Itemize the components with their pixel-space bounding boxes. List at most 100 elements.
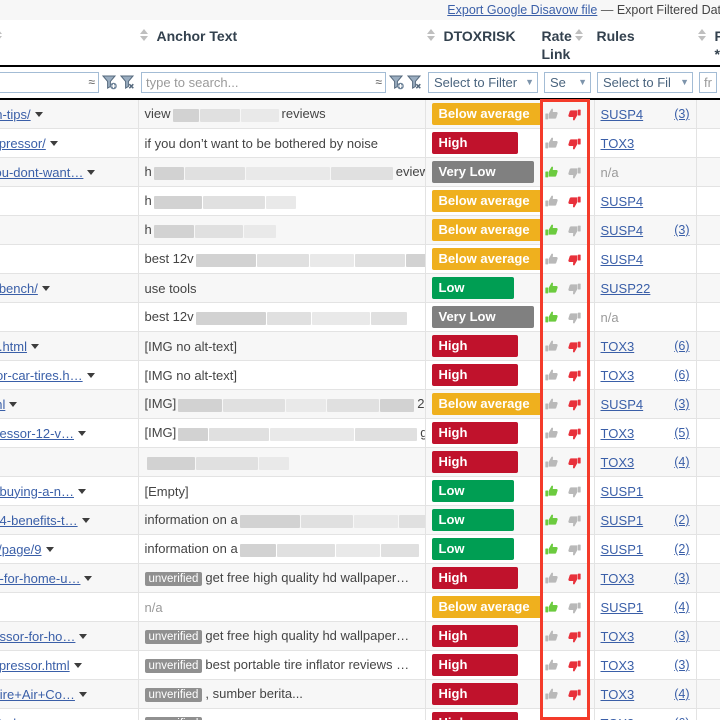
cell-rate-link[interactable] — [541, 447, 595, 477]
chevron-down-icon[interactable] — [77, 431, 86, 437]
rate-thumbs-down-button[interactable] — [565, 396, 582, 413]
cell-rules[interactable]: SUSP1 (4) — [594, 592, 697, 622]
rate-thumbs-up-button[interactable] — [544, 164, 561, 181]
cell-url[interactable]: v-bench/ — [0, 273, 139, 303]
rule-link[interactable]: TOX3 — [601, 339, 635, 354]
chevron-down-icon[interactable] — [41, 286, 50, 292]
cell-rules[interactable]: SUSP1 (2) — [594, 505, 697, 535]
cell-rules[interactable]: SUSP4 (3) — [594, 99, 697, 129]
chevron-down-icon[interactable] — [49, 141, 58, 147]
cell-rules[interactable]: TOX3 (6) — [594, 360, 697, 390]
sort-arrows-icon[interactable] — [139, 29, 150, 41]
rate-thumbs-down-button[interactable] — [565, 657, 582, 674]
chevron-down-icon[interactable] — [9, 402, 18, 408]
column-header-url[interactable] — [0, 20, 139, 67]
sort-arrows-icon[interactable] — [574, 29, 585, 41]
table-row[interactable]: mpressor/if you don’t want to be bothere… — [0, 128, 720, 158]
row-url-link[interactable]: -for-car-tires.h… — [0, 368, 83, 383]
column-header-rules[interactable]: Rules — [594, 20, 697, 67]
url-filter-input[interactable]: ≈ — [0, 71, 99, 93]
chevron-down-icon[interactable] — [81, 518, 90, 524]
rule-link[interactable]: TOX3 — [601, 629, 635, 644]
cell-url[interactable]: .html — [0, 708, 139, 720]
table-row[interactable]: ressor-for-ho… unverifiedget free high qu… — [0, 621, 720, 651]
rule-link[interactable]: SUSP4 — [601, 107, 644, 122]
cell-rate-link[interactable] — [541, 708, 595, 720]
row-url-link[interactable]: o-buying-a-n… — [0, 484, 74, 499]
cell-url[interactable]: mpressor.html — [0, 650, 139, 680]
cell-url[interactable]: -for-car-tires.h… — [0, 360, 139, 390]
cell-rules[interactable]: n/a — [594, 302, 697, 332]
rule-link[interactable]: SUSP4 — [601, 223, 644, 238]
cell-rules[interactable]: n/a — [594, 157, 697, 187]
cell-url[interactable]: you-dont-want… — [0, 157, 139, 187]
rule-count-link[interactable]: (4) — [674, 687, 689, 701]
row-url-link[interactable]: mpressor.html — [0, 658, 70, 673]
cell-url[interactable]: le/page/9 — [0, 534, 139, 564]
chevron-down-icon[interactable] — [78, 692, 87, 698]
cell-rate-link[interactable] — [541, 679, 595, 709]
fuzzy-match-icon[interactable]: ≈ — [88, 75, 95, 89]
cell-rate-link[interactable] — [541, 331, 595, 361]
cell-url[interactable] — [0, 447, 139, 477]
rate-thumbs-up-button[interactable] — [544, 686, 561, 703]
cell-url[interactable]: mpressor/ — [0, 128, 139, 158]
rule-link[interactable]: TOX3 — [601, 368, 635, 383]
fuzzy-match-icon[interactable]: ≈ — [375, 75, 382, 89]
rule-count-link[interactable]: (3) — [674, 397, 689, 411]
rate-thumbs-up-button[interactable] — [544, 483, 561, 500]
cell-rate-link[interactable] — [541, 186, 595, 216]
rate-thumbs-up-button[interactable] — [544, 715, 561, 720]
rate-thumbs-down-button[interactable] — [565, 309, 582, 326]
rate-thumbs-down-button[interactable] — [565, 280, 582, 297]
row-url-link[interactable]: you-dont-want… — [0, 165, 83, 180]
rate-thumbs-down-button[interactable] — [565, 541, 582, 558]
rate-thumbs-down-button[interactable] — [565, 338, 582, 355]
rate-thumbs-up-button[interactable] — [544, 251, 561, 268]
cell-rules[interactable]: TOX3 (5) — [594, 418, 697, 448]
row-url-link[interactable]: tml — [0, 397, 5, 412]
rate-thumbs-down-button[interactable] — [565, 512, 582, 529]
cell-rate-link[interactable] — [541, 244, 595, 274]
cell-url[interactable]: pressor-12-v… — [0, 418, 139, 448]
cell-url[interactable]: -Tire+Air+Co… — [0, 679, 139, 709]
column-header-anchor-text[interactable]: Anchor Text — [138, 20, 426, 67]
rule-link[interactable]: SUSP1 — [601, 600, 644, 615]
rate-thumbs-up-button[interactable] — [544, 106, 561, 123]
rule-link[interactable]: SUSP1 — [601, 513, 644, 528]
rate-thumbs-down-button[interactable] — [565, 628, 582, 645]
sort-arrows-icon[interactable] — [0, 29, 3, 41]
chevron-down-icon[interactable] — [84, 576, 93, 582]
rate-thumbs-up-button[interactable] — [544, 367, 561, 384]
cell-rules[interactable]: TOX3 (6) — [594, 331, 697, 361]
rule-count-link[interactable]: (6) — [674, 368, 689, 382]
cell-url[interactable]: ar.html — [0, 331, 139, 361]
cell-url[interactable]: o-buying-a-n… — [0, 476, 139, 506]
rate-thumbs-up-button[interactable] — [544, 512, 561, 529]
row-url-link[interactable]: ar.html — [0, 339, 27, 354]
rule-link[interactable]: TOX3 — [601, 687, 635, 702]
cell-rate-link[interactable] — [541, 534, 595, 564]
rule-link[interactable]: TOX3 — [601, 571, 635, 586]
cell-rules[interactable]: SUSP4 — [594, 244, 697, 274]
chevron-down-icon[interactable] — [45, 547, 54, 553]
table-row[interactable]: ar.html [IMG no alt-text] High TOX3 (6) — [0, 331, 720, 361]
chevron-down-icon[interactable] — [78, 489, 86, 495]
cell-rate-link[interactable] — [541, 360, 595, 390]
rule-count-link[interactable]: (3) — [674, 223, 689, 237]
rule-count-link[interactable]: (6) — [674, 339, 689, 353]
table-row[interactable]: pressor-12-v… [IMG] g dia… High TOX3 (5) — [0, 418, 720, 448]
rate-thumbs-down-button[interactable] — [565, 367, 582, 384]
rate-thumbs-up-button[interactable] — [544, 309, 561, 326]
chevron-down-icon[interactable]: ▼ — [525, 77, 534, 87]
rule-count-link[interactable]: (3) — [674, 629, 689, 643]
rule-count-link[interactable]: (3) — [674, 658, 689, 672]
cell-url[interactable]: tml — [0, 389, 139, 419]
rate-thumbs-down-button[interactable] — [565, 222, 582, 239]
chevron-down-icon[interactable] — [79, 634, 88, 640]
rate-thumbs-down-button[interactable] — [565, 454, 582, 471]
cell-rules[interactable]: TOX3 (6) — [594, 708, 697, 720]
table-row[interactable]: High TOX3 (4) — [0, 447, 720, 477]
cell-rate-link[interactable] — [541, 128, 595, 158]
cell-rate-link[interactable] — [541, 99, 595, 129]
